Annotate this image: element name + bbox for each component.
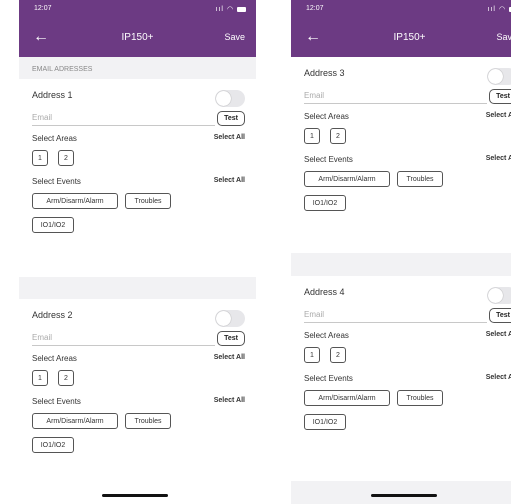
select-all-events-button[interactable]: Select All bbox=[214, 397, 245, 404]
toggle-knob bbox=[216, 91, 231, 106]
test-button[interactable]: Test bbox=[489, 308, 511, 323]
select-all-events-button[interactable]: Select All bbox=[214, 177, 245, 184]
address-label: Address 4 bbox=[304, 287, 345, 297]
select-events-label: Select Events bbox=[304, 374, 353, 383]
event-chip-troubles[interactable]: Troubles bbox=[397, 390, 443, 406]
select-events-label: Select Events bbox=[32, 397, 81, 406]
email-input[interactable] bbox=[304, 309, 487, 323]
select-all-events-button[interactable]: Select All bbox=[486, 155, 511, 162]
area-chip-2[interactable]: 2 bbox=[58, 370, 74, 386]
status-time: 12:07 bbox=[306, 5, 324, 12]
signal-icon: ııl bbox=[215, 6, 224, 13]
event-chip-arm[interactable]: Arm/Disarm/Alarm bbox=[304, 390, 390, 406]
battery-icon bbox=[237, 6, 246, 12]
select-all-areas-button[interactable]: Select All bbox=[214, 354, 245, 361]
section-gap bbox=[19, 277, 256, 299]
area-chip-1[interactable]: 1 bbox=[304, 347, 320, 363]
area-chip-1[interactable]: 1 bbox=[32, 370, 48, 386]
test-button[interactable]: Test bbox=[217, 331, 245, 346]
address-card: Address 3 Test Select Areas Select All 1… bbox=[291, 57, 511, 253]
event-chip-arm[interactable]: Arm/Disarm/Alarm bbox=[32, 193, 118, 209]
event-chip-io[interactable]: IO1/IO2 bbox=[32, 437, 74, 453]
toggle-knob bbox=[488, 288, 503, 303]
home-indicator bbox=[102, 494, 168, 497]
email-input[interactable] bbox=[304, 90, 487, 104]
phone-screen-left: 12:07 ııl ◠ ← IP150+ Save EMAIL ADRESSES… bbox=[19, 0, 256, 504]
section-gap bbox=[291, 253, 511, 276]
address-card: Address 2 Test Select Areas Select All 1… bbox=[19, 299, 256, 504]
status-bar: 12:07 ııl ◠ bbox=[19, 0, 256, 18]
event-chip-troubles[interactable]: Troubles bbox=[397, 171, 443, 187]
toggle-knob bbox=[488, 69, 503, 84]
select-all-areas-button[interactable]: Select All bbox=[486, 112, 511, 119]
area-chip-1[interactable]: 1 bbox=[304, 128, 320, 144]
test-button[interactable]: Test bbox=[217, 111, 245, 126]
address-toggle[interactable] bbox=[215, 310, 245, 327]
wifi-icon: ◠ bbox=[226, 6, 235, 13]
section-header: EMAIL ADRESSES bbox=[19, 57, 256, 79]
address-card: Address 1 Test Select Areas Select All 1… bbox=[19, 79, 256, 277]
nav-bar: ← IP150+ Save bbox=[291, 18, 511, 57]
address-label: Address 3 bbox=[304, 68, 345, 78]
event-chip-io[interactable]: IO1/IO2 bbox=[304, 414, 346, 430]
address-toggle[interactable] bbox=[487, 68, 511, 85]
status-icons: ııl ◠ bbox=[216, 5, 246, 13]
select-all-areas-button[interactable]: Select All bbox=[486, 331, 511, 338]
address-toggle[interactable] bbox=[215, 90, 245, 107]
test-button[interactable]: Test bbox=[489, 89, 511, 104]
select-events-label: Select Events bbox=[304, 155, 353, 164]
page-title: IP150+ bbox=[121, 32, 154, 43]
address-label: Address 1 bbox=[32, 90, 73, 100]
wifi-icon: ◠ bbox=[498, 6, 507, 13]
status-icons: ııl ◠ bbox=[488, 5, 511, 13]
address-label: Address 2 bbox=[32, 310, 73, 320]
select-areas-label: Select Areas bbox=[32, 354, 77, 363]
email-input[interactable] bbox=[32, 112, 215, 126]
select-areas-label: Select Areas bbox=[32, 134, 77, 143]
address-card: Address 4 Test Select Areas Select All 1… bbox=[291, 276, 511, 481]
event-chip-arm[interactable]: Arm/Disarm/Alarm bbox=[32, 413, 118, 429]
email-input[interactable] bbox=[32, 332, 215, 346]
area-chip-2[interactable]: 2 bbox=[330, 347, 346, 363]
home-indicator bbox=[371, 494, 437, 497]
area-chip-2[interactable]: 2 bbox=[58, 150, 74, 166]
toggle-knob bbox=[216, 311, 231, 326]
event-chip-troubles[interactable]: Troubles bbox=[125, 193, 171, 209]
save-button[interactable]: Save bbox=[224, 32, 245, 42]
signal-icon: ııl bbox=[487, 6, 496, 13]
event-chip-arm[interactable]: Arm/Disarm/Alarm bbox=[304, 171, 390, 187]
page-title: IP150+ bbox=[393, 32, 426, 43]
event-chip-io[interactable]: IO1/IO2 bbox=[32, 217, 74, 233]
select-areas-label: Select Areas bbox=[304, 331, 349, 340]
select-events-label: Select Events bbox=[32, 177, 81, 186]
status-bar: 12:07 ııl ◠ bbox=[291, 0, 511, 18]
event-chip-io[interactable]: IO1/IO2 bbox=[304, 195, 346, 211]
area-chip-2[interactable]: 2 bbox=[330, 128, 346, 144]
nav-bar: ← IP150+ Save bbox=[19, 18, 256, 57]
status-time: 12:07 bbox=[34, 5, 52, 12]
address-toggle[interactable] bbox=[487, 287, 511, 304]
select-areas-label: Select Areas bbox=[304, 112, 349, 121]
save-button[interactable]: Save bbox=[496, 32, 511, 42]
phone-screen-right: 12:07 ııl ◠ ← IP150+ Save Address 3 Test bbox=[291, 0, 511, 504]
select-all-events-button[interactable]: Select All bbox=[486, 374, 511, 381]
event-chip-troubles[interactable]: Troubles bbox=[125, 413, 171, 429]
area-chip-1[interactable]: 1 bbox=[32, 150, 48, 166]
select-all-areas-button[interactable]: Select All bbox=[214, 134, 245, 141]
